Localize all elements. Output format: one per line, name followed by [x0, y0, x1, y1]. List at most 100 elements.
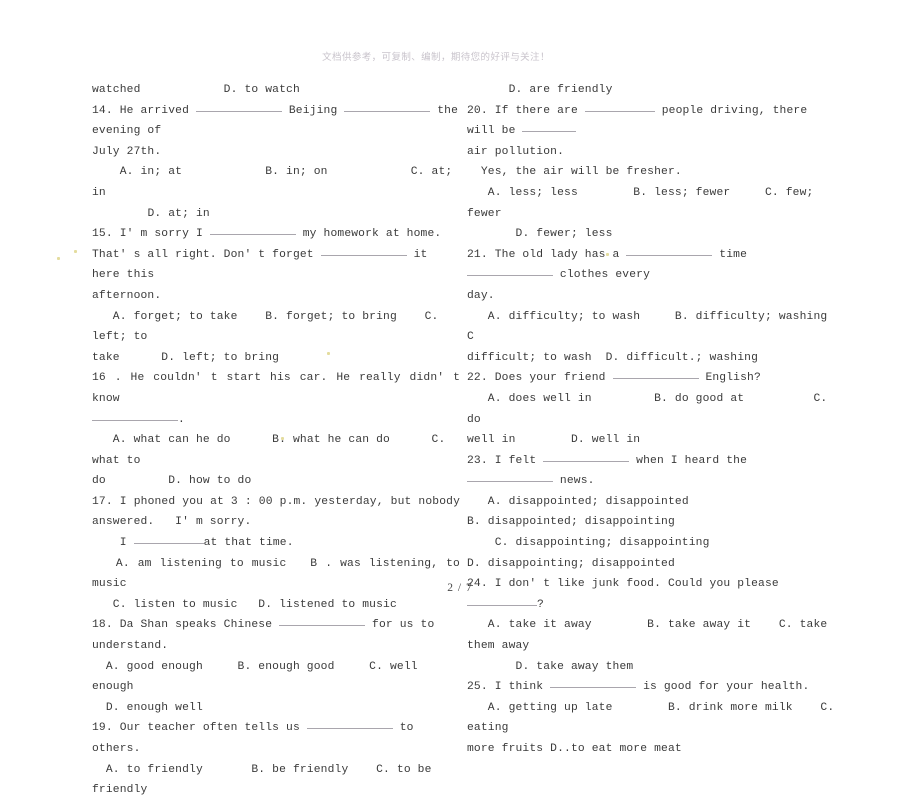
- line-text: 18. Da Shan speaks Chinese: [92, 619, 280, 632]
- line-text: 19. Our teacher often tells us: [92, 722, 307, 735]
- line-text: .: [178, 413, 185, 426]
- question-line: 23. I felt when I heard the news.: [467, 451, 835, 492]
- answer-blank[interactable]: [467, 275, 553, 277]
- question-line: more fruits D..to eat more meat: [467, 739, 835, 760]
- question-line: B. disappointed; disappointing: [467, 512, 835, 533]
- question-line: watched D. to watch: [92, 80, 460, 101]
- line-text: more fruits D..to eat more meat: [467, 743, 682, 755]
- question-line: D. enough well: [92, 698, 460, 719]
- line-text: is good for your health.: [636, 681, 810, 694]
- question-line: take D. left; to bring: [92, 348, 460, 369]
- answer-blank[interactable]: [195, 110, 282, 112]
- line-text: difficult; to wash D. difficult.; washin…: [467, 351, 759, 364]
- line-text: D. are friendly: [467, 84, 613, 96]
- line-text: Beijing: [281, 104, 345, 117]
- question-line: 21. The old lady has a time clothes ever…: [467, 245, 835, 286]
- answer-blank[interactable]: [279, 625, 366, 627]
- question-line: A. forget; to take B. forget; to bring C…: [92, 307, 460, 348]
- line-text: 16 . He couldn' t start his car. He real…: [92, 372, 467, 405]
- line-text: A. forget; to take B. forget; to bring C…: [92, 310, 446, 344]
- answer-blank[interactable]: [133, 543, 204, 545]
- line-text: A. difficulty; to wash B. difficulty; wa…: [467, 310, 842, 344]
- question-line: day.: [467, 286, 835, 307]
- line-text: 25. I think: [467, 681, 551, 694]
- line-text: watched D. to watch: [92, 84, 300, 96]
- question-column-right: D. are friendly 20. If there are people d…: [467, 80, 835, 760]
- question-line: A. less; less B. less; fewer C. few; few…: [467, 183, 835, 224]
- line-text: I: [92, 537, 134, 550]
- line-text: Yes, the air will be fresher.: [467, 166, 682, 179]
- question-line: I at that time.: [92, 533, 460, 554]
- question-column-left: watched D. to watch 14. He arrived Beijin…: [92, 80, 460, 801]
- line-text: B. disappointed; disappointing: [467, 516, 675, 529]
- question-line: 24. I don' t like junk food. Could you p…: [467, 574, 835, 615]
- answer-blank[interactable]: [306, 728, 393, 730]
- question-line: 16 . He couldn' t start his car. He real…: [92, 368, 460, 409]
- answer-blank[interactable]: [550, 687, 637, 689]
- question-line: .: [92, 410, 460, 431]
- line-text: do D. how to do: [92, 475, 252, 488]
- line-text: 22. Does your friend: [467, 372, 613, 385]
- question-line: 20. If there are people driving, there w…: [467, 101, 835, 142]
- question-line: 18. Da Shan speaks Chinese for us to und…: [92, 615, 460, 656]
- line-text: D. take away them: [467, 660, 634, 673]
- answer-blank[interactable]: [467, 481, 553, 483]
- answer-blank[interactable]: [209, 234, 296, 236]
- question-line: A. what can he do B. what he can do C. w…: [92, 430, 460, 471]
- question-line: 14. He arrived Beijing the evening of: [92, 101, 460, 142]
- question-line: A. good enough B. enough good C. well en…: [92, 657, 460, 698]
- question-line: A. difficulty; to wash B. difficulty; wa…: [467, 307, 835, 348]
- line-text: A. good enough B. enough good C. well en…: [92, 660, 425, 694]
- line-text: D. at; in: [92, 207, 210, 220]
- line-text: That' s all right. Don' t forget: [92, 248, 321, 261]
- worksheet-body: watched D. to watch 14. He arrived Beijin…: [0, 80, 920, 796]
- question-line: 25. I think is good for your health.: [467, 677, 835, 698]
- question-line: A. in; at B. in; on C. at; in: [92, 162, 460, 203]
- line-text: 17. I phoned you at 3 : 00 p.m. yesterda…: [92, 495, 460, 508]
- line-text: 14. He arrived: [92, 104, 196, 117]
- line-text: A. take it away B. take away it C. take …: [467, 619, 835, 653]
- question-line: do D. how to do: [92, 471, 460, 492]
- scan-artifact-speck: [57, 257, 60, 260]
- line-text: English?: [698, 372, 761, 385]
- answer-blank[interactable]: [522, 131, 577, 133]
- line-text: clothes every: [553, 269, 651, 282]
- question-line: That' s all right. Don' t forget it here…: [92, 245, 460, 286]
- line-text: news.: [553, 475, 595, 488]
- question-line: afternoon.: [92, 286, 460, 307]
- line-text: afternoon.: [92, 289, 162, 302]
- line-text: 23. I felt: [467, 454, 544, 467]
- question-line: A. does well in B. do good at C. do: [467, 389, 835, 430]
- scan-artifact-speck: [327, 352, 330, 355]
- line-text: take D. left; to bring: [92, 351, 280, 364]
- answer-blank[interactable]: [584, 110, 655, 112]
- line-text: D. enough well: [92, 701, 203, 714]
- scan-artifact-speck: [606, 253, 609, 256]
- question-line: 19. Our teacher often tells us to others…: [92, 718, 460, 759]
- line-text: answered. I' m sorry.: [92, 516, 252, 529]
- question-line: D. at; in: [92, 204, 460, 225]
- line-text: D. disappointing; disappointed: [467, 557, 675, 570]
- line-text: C. disappointing; disappointing: [467, 537, 710, 550]
- question-line: Yes, the air will be fresher.: [467, 162, 835, 183]
- question-line: C. listen to music D. listened to music: [92, 595, 460, 616]
- promo-header-text: 文档供参考，可复制、编制，期待您的好评与关注！: [322, 52, 550, 63]
- line-text: day.: [467, 289, 495, 302]
- answer-blank[interactable]: [626, 254, 713, 256]
- line-text: well in D. well in: [467, 434, 641, 447]
- question-line: 17. I phoned you at 3 : 00 p.m. yesterda…: [92, 492, 460, 513]
- line-text: A. less; less B. less; fewer C. few; few…: [467, 186, 821, 220]
- line-text: my homework at home.: [295, 228, 442, 241]
- answer-blank[interactable]: [543, 460, 630, 462]
- question-line: D. are friendly: [467, 80, 835, 101]
- line-text: time: [712, 248, 754, 261]
- answer-blank[interactable]: [320, 254, 407, 256]
- line-text: air pollution.: [467, 145, 565, 158]
- answer-blank[interactable]: [92, 419, 178, 421]
- answer-blank[interactable]: [467, 604, 537, 606]
- answer-blank[interactable]: [344, 110, 431, 112]
- question-line: A. to friendly B. be friendly C. to be f…: [92, 760, 460, 801]
- page-number: 2 / 7: [447, 582, 473, 594]
- answer-blank[interactable]: [612, 378, 699, 380]
- line-text: A. does well in B. do good at C. do: [467, 392, 835, 426]
